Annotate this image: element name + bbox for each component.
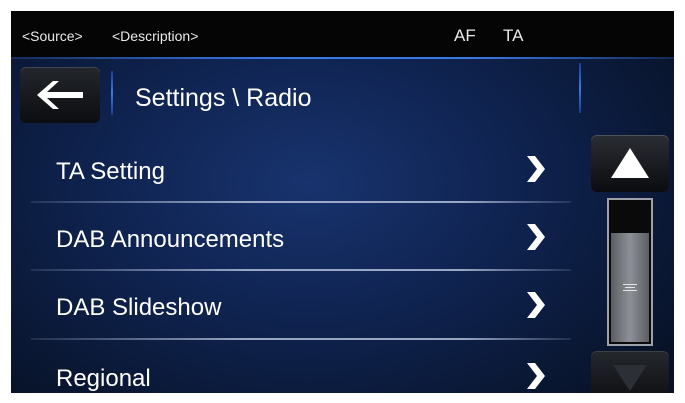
menu-item-regional[interactable]: Regional (31, 343, 571, 393)
scrollbar-track[interactable] (607, 198, 653, 346)
scrollbar-thumb[interactable] (611, 233, 649, 342)
chevron-right-icon (527, 224, 545, 250)
header-right-separator (579, 63, 581, 113)
scroll-up-button[interactable] (591, 135, 669, 192)
menu-divider (31, 269, 571, 271)
menu-item-dab-announcements[interactable]: DAB Announcements (31, 204, 571, 270)
chevron-right-icon (527, 156, 545, 182)
menu-item-dab-slideshow[interactable]: DAB Slideshow (31, 272, 571, 338)
menu-divider (31, 201, 571, 203)
back-arrow-icon (37, 81, 83, 109)
ta-indicator: TA (503, 26, 524, 45)
description-label: <Description> (112, 28, 199, 44)
menu-item-label: DAB Slideshow (56, 294, 222, 321)
back-button[interactable] (20, 67, 100, 123)
triangle-down-icon (613, 365, 647, 391)
menu-item-label: Regional (56, 365, 151, 392)
status-bar: <Source> <Description> AF TA (11, 11, 674, 57)
triangle-up-icon (611, 148, 649, 178)
scroll-down-button[interactable] (591, 351, 669, 393)
menu-item-label: TA Setting (56, 158, 165, 185)
menu-item-ta-setting[interactable]: TA Setting (31, 136, 571, 202)
header-divider (11, 57, 674, 59)
chevron-right-icon (527, 363, 545, 389)
chevron-right-icon (527, 292, 545, 318)
menu-item-label: DAB Announcements (56, 226, 285, 253)
radio-settings-screen: <Source> <Description> AF TA Settings \ … (11, 11, 674, 393)
af-indicator: AF (454, 26, 476, 45)
source-label: <Source> (22, 28, 83, 44)
menu-divider (31, 338, 571, 340)
grip-lines-icon (623, 284, 637, 291)
title-separator (111, 71, 113, 115)
page-title: Settings \ Radio (135, 84, 312, 112)
